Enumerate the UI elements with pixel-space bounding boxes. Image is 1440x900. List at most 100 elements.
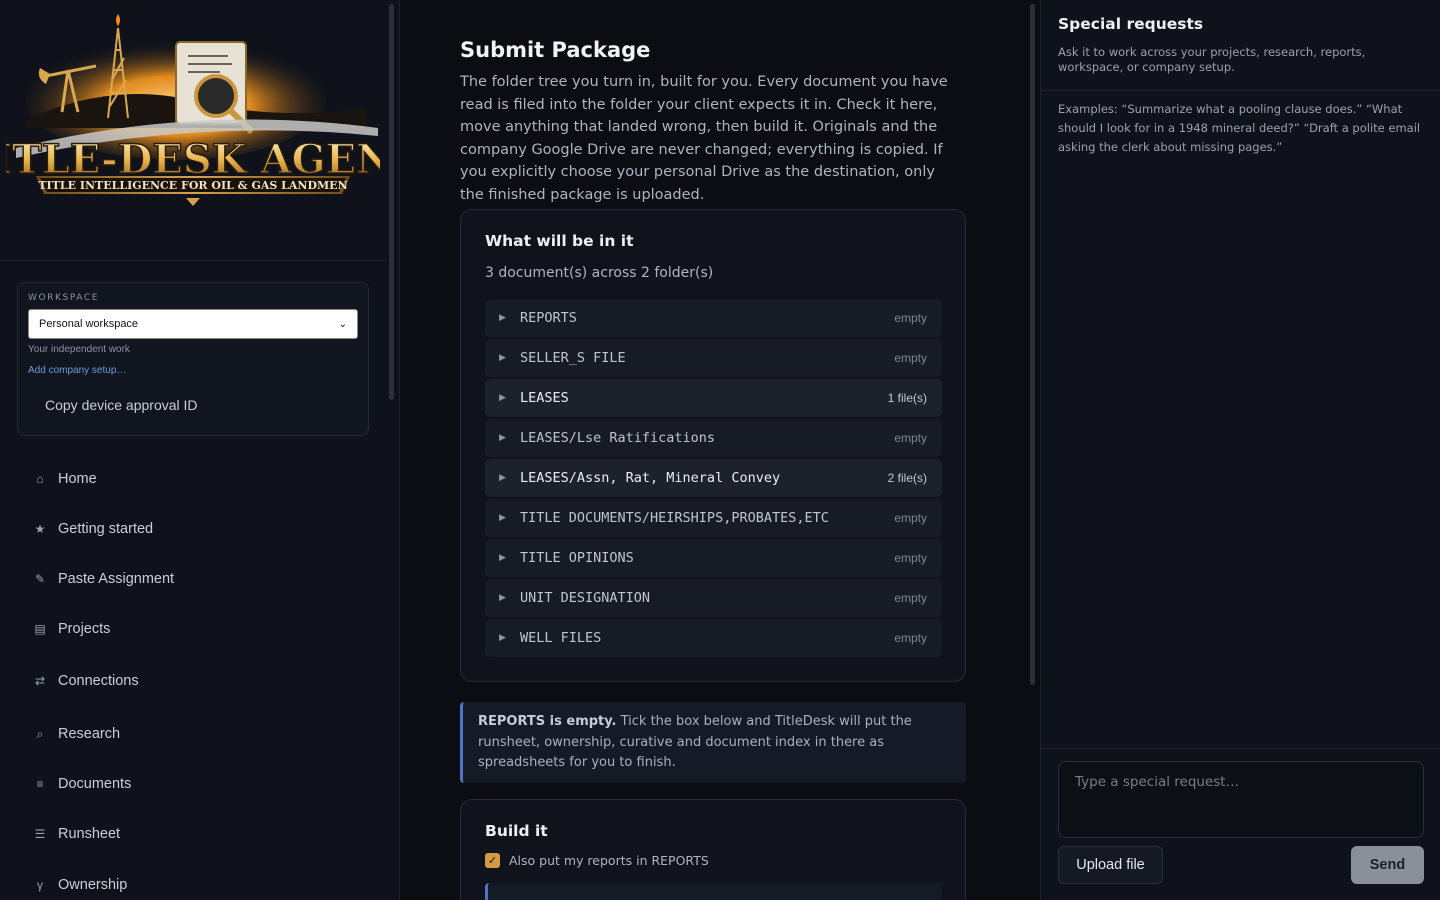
nav-item-research[interactable]: ⌕ Research bbox=[34, 722, 120, 746]
expand-triangle-icon: ▶ bbox=[499, 353, 506, 363]
card-title: Build it bbox=[485, 822, 548, 840]
checkbox-label: Also put my reports in REPORTS bbox=[509, 853, 709, 868]
folder-count: empty bbox=[894, 351, 927, 365]
pencil-icon: ✎ bbox=[34, 572, 46, 586]
package-summary: 3 document(s) across 2 folder(s) bbox=[485, 265, 714, 281]
folder-row[interactable]: ▶ UNIT DESIGNATION empty bbox=[485, 579, 942, 617]
expand-triangle-icon: ▶ bbox=[499, 553, 506, 563]
home-icon: ⌂ bbox=[36, 472, 44, 486]
nav-item-label: Runsheet bbox=[58, 826, 121, 842]
chevron-down-icon: ⌄ bbox=[338, 318, 347, 330]
sidebar-scrollbar[interactable] bbox=[389, 4, 394, 400]
nav-item-connections[interactable]: ⇄ Connections bbox=[34, 669, 139, 693]
reports-checkbox-row[interactable]: ✓ Also put my reports in REPORTS bbox=[485, 853, 709, 868]
nav-item-getting-started[interactable]: ★ Getting started bbox=[34, 517, 154, 541]
expand-triangle-icon: ▶ bbox=[499, 433, 506, 443]
folder-count: empty bbox=[894, 591, 927, 605]
folder-name: TITLE DOCUMENTS/HEIRSHIPS,PROBATES,ETC bbox=[520, 510, 829, 526]
nav-item-label: Ownership bbox=[58, 877, 128, 893]
main-scrollbar[interactable] bbox=[1030, 4, 1035, 685]
folder-icon: ▤ bbox=[34, 622, 46, 636]
nav-item-label: Projects bbox=[58, 621, 111, 637]
folder-row[interactable]: ▶ LEASES 1 file(s) bbox=[485, 379, 942, 417]
nav-item-label: Documents bbox=[58, 776, 132, 792]
workspace-card: WORKSPACE Personal workspace ⌄ Your inde… bbox=[17, 282, 369, 436]
special-requests-panel: Special requests Ask it to work across y… bbox=[1040, 0, 1440, 900]
folder-row[interactable]: ▶ WELL FILES empty bbox=[485, 619, 942, 657]
reports-empty-notice: REPORTS is empty. Tick the box below and… bbox=[460, 702, 966, 783]
search-icon: ⌕ bbox=[36, 726, 44, 741]
logo-title: TITLE-DESK AGENT bbox=[6, 136, 380, 183]
expand-triangle-icon: ▶ bbox=[499, 513, 506, 523]
folder-count: empty bbox=[894, 551, 927, 565]
folder-row[interactable]: ▶ REPORTS empty bbox=[485, 299, 942, 337]
page-description: The folder tree you turn in, built for y… bbox=[460, 74, 948, 203]
nav-item-label: Paste Assignment bbox=[58, 571, 175, 587]
nav-item-home[interactable]: ⌂ Home bbox=[34, 467, 97, 491]
special-request-input[interactable]: Type a special request… bbox=[1058, 761, 1424, 838]
input-placeholder: Type a special request… bbox=[1075, 774, 1240, 790]
workspace-select-value: Personal workspace bbox=[39, 318, 139, 330]
folder-count: empty bbox=[894, 431, 927, 445]
workspace-subtitle: Your independent work bbox=[28, 344, 130, 355]
nav-item-runsheet[interactable]: ☰ Runsheet bbox=[34, 822, 120, 846]
copy-device-approval-id-button[interactable]: Copy device approval ID bbox=[45, 397, 198, 413]
logo-tagline: TITLE INTELLIGENCE FOR OIL & GAS LANDMEN bbox=[38, 179, 347, 192]
nav-item-label: Research bbox=[58, 726, 121, 742]
list-icon: ≡ bbox=[36, 777, 44, 791]
card-title: What will be in it bbox=[485, 232, 634, 250]
send-button[interactable]: Send bbox=[1351, 846, 1424, 884]
folder-name: WELL FILES bbox=[520, 630, 602, 646]
folder-row[interactable]: ▶ LEASES/Assn, Rat, Mineral Convey 2 fil… bbox=[485, 459, 942, 497]
folder-name: LEASES/Lse Ratifications bbox=[520, 430, 716, 446]
expand-triangle-icon: ▶ bbox=[499, 393, 506, 403]
build-info-notice bbox=[485, 883, 942, 900]
package-contents-card: What will be in it 3 document(s) across … bbox=[460, 209, 966, 682]
workspace-label: WORKSPACE bbox=[28, 293, 100, 303]
panel-title: Special requests bbox=[1058, 15, 1204, 33]
sidebar-divider bbox=[0, 260, 385, 261]
folder-count: 2 file(s) bbox=[887, 471, 927, 485]
folder-row[interactable]: ▶ TITLE OPINIONS empty bbox=[485, 539, 942, 577]
folder-name: REPORTS bbox=[520, 310, 577, 326]
folder-name: SELLER_S FILE bbox=[520, 350, 626, 366]
workspace-select[interactable]: Personal workspace ⌄ bbox=[28, 309, 358, 339]
panel-divider bbox=[1041, 748, 1440, 749]
star-icon: ★ bbox=[34, 522, 46, 536]
branch-icon: γ bbox=[37, 878, 43, 892]
expand-triangle-icon: ▶ bbox=[499, 593, 506, 603]
notice-bold: REPORTS is empty. bbox=[478, 714, 617, 729]
folder-row[interactable]: ▶ TITLE DOCUMENTS/HEIRSHIPS,PROBATES,ETC… bbox=[485, 499, 942, 537]
nav-item-documents[interactable]: ≡ Documents bbox=[34, 772, 131, 796]
nav-item-projects[interactable]: ▤ Projects bbox=[34, 617, 110, 641]
nav-item-label: Home bbox=[58, 471, 97, 487]
add-company-setup-link[interactable]: Add company setup… bbox=[28, 365, 126, 376]
panel-examples: Examples: “Summarize what a pooling clau… bbox=[1058, 102, 1421, 154]
folder-row[interactable]: ▶ LEASES/Lse Ratifications empty bbox=[485, 419, 942, 457]
folder-name: UNIT DESIGNATION bbox=[520, 590, 651, 606]
folder-name: LEASES/Assn, Rat, Mineral Convey bbox=[520, 470, 781, 486]
nav-item-paste-assignment[interactable]: ✎ Paste Assignment bbox=[34, 567, 174, 591]
folder-name: TITLE OPINIONS bbox=[520, 550, 634, 566]
menu-icon: ☰ bbox=[34, 827, 46, 841]
nav-item-label: Connections bbox=[58, 673, 139, 689]
expand-triangle-icon: ▶ bbox=[499, 633, 506, 643]
folder-count: 1 file(s) bbox=[887, 391, 927, 405]
nav-item-ownership[interactable]: γ Ownership bbox=[34, 873, 127, 897]
sidebar: TITLE-DESK AGENT TITLE INTELLIGENCE FOR … bbox=[0, 0, 400, 900]
checkbox-checked-icon[interactable]: ✓ bbox=[485, 853, 500, 868]
folder-row[interactable]: ▶ SELLER_S FILE empty bbox=[485, 339, 942, 377]
nav-item-label: Getting started bbox=[58, 521, 154, 537]
build-card: Build it ✓ Also put my reports in REPORT… bbox=[460, 799, 966, 900]
panel-divider bbox=[1041, 90, 1440, 91]
upload-file-button[interactable]: Upload file bbox=[1058, 846, 1163, 884]
page-title: Submit Package bbox=[460, 38, 651, 62]
swap-icon: ⇄ bbox=[34, 674, 46, 688]
folder-count: empty bbox=[894, 511, 927, 525]
expand-triangle-icon: ▶ bbox=[499, 473, 506, 483]
folder-count: empty bbox=[894, 311, 927, 325]
folder-name: LEASES bbox=[520, 390, 569, 406]
title-desk-agent-logo: TITLE-DESK AGENT TITLE INTELLIGENCE FOR … bbox=[6, 14, 380, 206]
expand-triangle-icon: ▶ bbox=[499, 313, 506, 323]
panel-subtitle: Ask it to work across your projects, res… bbox=[1058, 45, 1366, 74]
